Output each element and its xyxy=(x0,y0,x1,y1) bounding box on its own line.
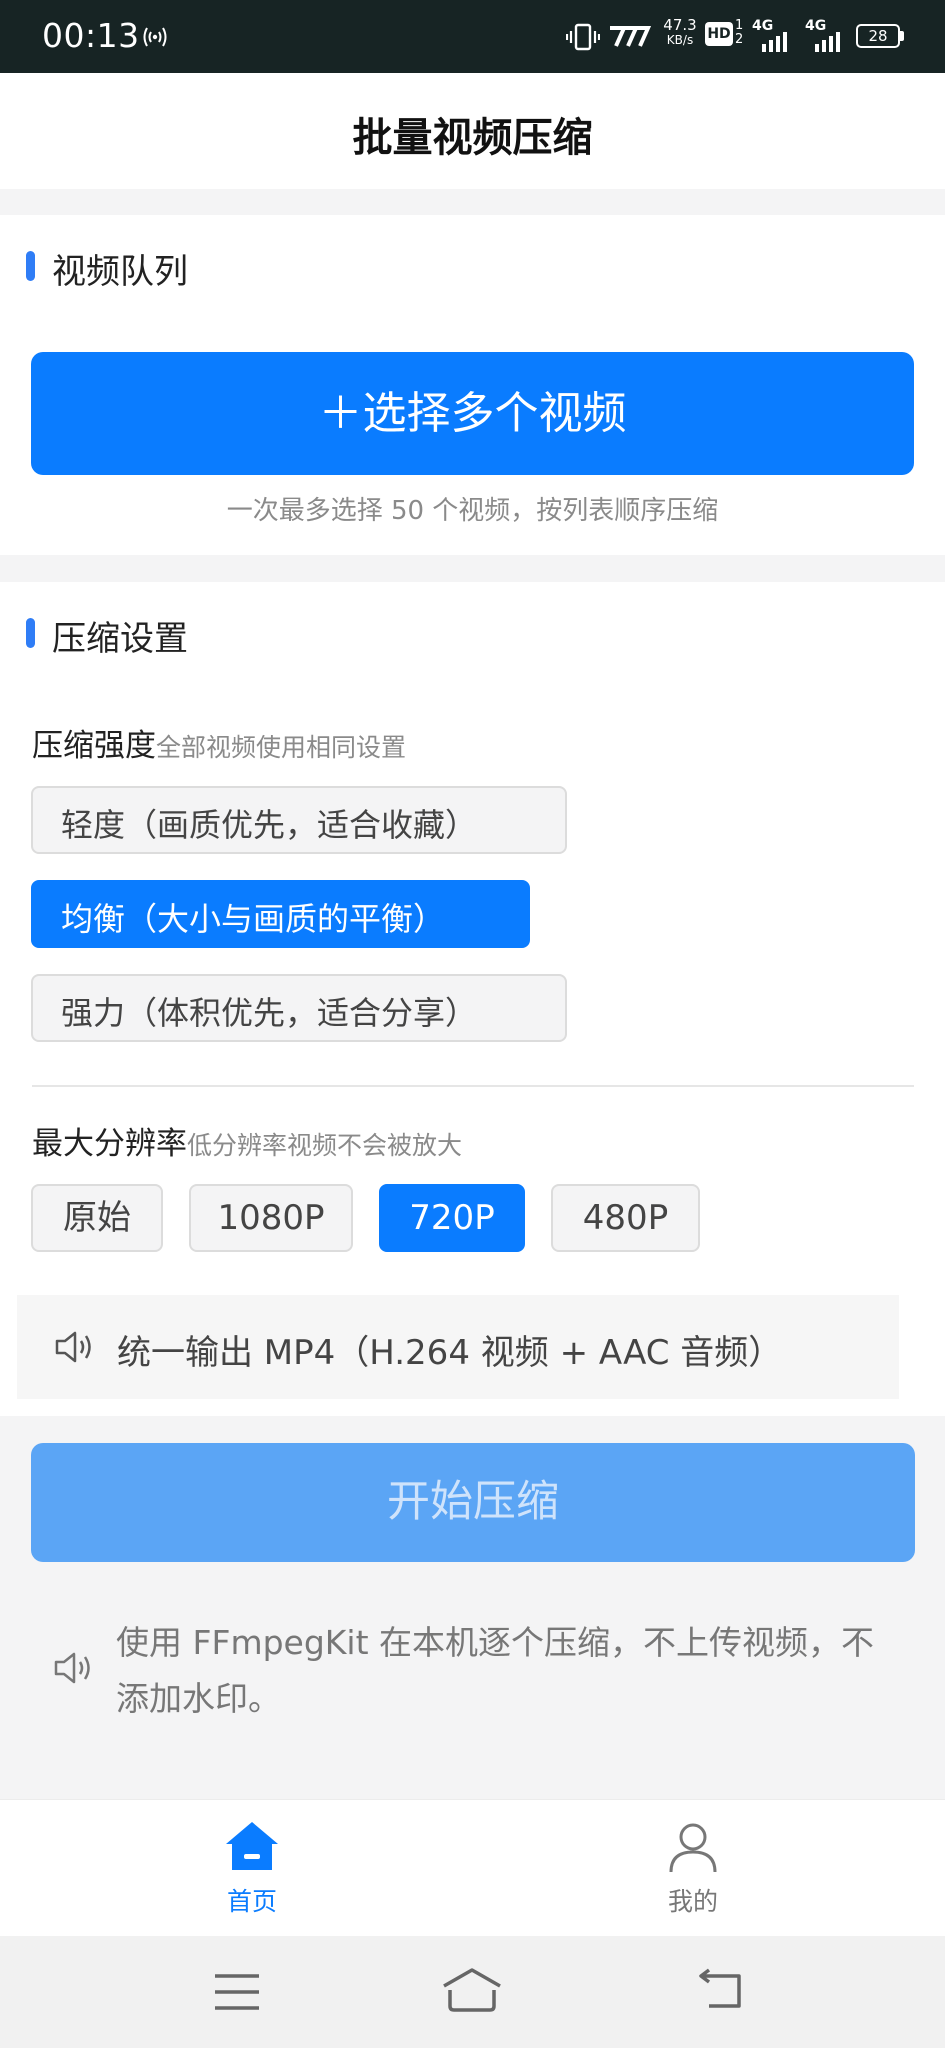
speaker-icon xyxy=(54,1652,90,1684)
start-compress-button[interactable]: 开始压缩 xyxy=(31,1443,915,1562)
strength-hint: 全部视频使用相同设置 xyxy=(156,733,407,762)
battery-icon: 28 xyxy=(856,24,900,48)
resolution-label-row: 最大分辨率低分辨率视频不会被放大 xyxy=(32,1118,462,1163)
hd-badge: HD xyxy=(705,22,733,46)
resolution-option-720p[interactable]: 720P xyxy=(379,1184,525,1252)
strength-label: 压缩强度 xyxy=(32,728,156,764)
start-compress-label: 开始压缩 xyxy=(387,1477,559,1527)
resolution-hint: 低分辨率视频不会被放大 xyxy=(187,1131,463,1160)
tab-home-label: 首页 xyxy=(226,1887,277,1916)
strength-option-label: 轻度（画质优先，适合收藏） xyxy=(61,806,478,844)
resolution-option-label: 480P xyxy=(582,1198,669,1238)
page-title: 批量视频压缩 xyxy=(352,115,593,161)
section-accent-bar xyxy=(26,618,35,648)
battery-tip xyxy=(900,31,904,41)
back-icon[interactable] xyxy=(695,1968,745,2012)
user-icon xyxy=(669,1823,717,1873)
settings-section-title: 压缩设置 xyxy=(52,619,188,659)
strength-option-label: 强力（体积优先，适合分享） xyxy=(61,994,478,1032)
settings-card: 压缩设置 压缩强度全部视频使用相同设置 轻度（画质优先，适合收藏） 均衡（大小与… xyxy=(0,582,945,1416)
header: 批量视频压缩 xyxy=(0,73,945,189)
hotspot-icon xyxy=(143,27,167,47)
tab-mine-label: 我的 xyxy=(667,1887,718,1916)
select-videos-button[interactable]: ＋选择多个视频 xyxy=(31,352,914,475)
resolution-option-1080p[interactable]: 1080P xyxy=(189,1184,353,1252)
menu-icon[interactable] xyxy=(213,1972,261,2012)
strength-option-light[interactable]: 轻度（画质优先，适合收藏） xyxy=(31,786,567,854)
signal-bars-icon xyxy=(762,32,787,52)
section-accent-bar xyxy=(26,251,35,281)
speaker-icon xyxy=(55,1331,91,1363)
home-icon xyxy=(226,1822,278,1870)
output-format-text: 统一输出 MP4（H.264 视频 + AAC 音频） xyxy=(117,1333,783,1373)
bottom-tab-bar: 首页 我的 xyxy=(0,1799,945,1937)
network-speed: 47.3 KB/s xyxy=(663,16,697,48)
signal-bars-icon xyxy=(815,32,840,52)
resolution-option-label: 原始 xyxy=(63,1198,131,1238)
strength-option-label: 均衡（大小与画质的平衡） xyxy=(61,900,446,938)
strength-option-balanced[interactable]: 均衡（大小与画质的平衡） xyxy=(31,880,530,948)
strength-option-strong[interactable]: 强力（体积优先，适合分享） xyxy=(31,974,567,1042)
strength-label-row: 压缩强度全部视频使用相同设置 xyxy=(32,720,406,765)
resolution-option-480p[interactable]: 480P xyxy=(551,1184,700,1252)
divider xyxy=(32,1085,914,1087)
queue-hint: 一次最多选择 50 个视频，按列表顺序压缩 xyxy=(226,496,719,526)
tab-mine[interactable]: 我的 xyxy=(593,1800,793,1937)
queue-card: 视频队列 ＋选择多个视频 一次最多选择 50 个视频，按列表顺序压缩 xyxy=(0,215,945,555)
resolution-option-label: 720P xyxy=(409,1198,495,1238)
resolution-label: 最大分辨率 xyxy=(32,1126,187,1162)
nav-home-icon[interactable] xyxy=(441,1966,503,2014)
output-format-notice: 统一输出 MP4（H.264 视频 + AAC 音频） xyxy=(17,1295,899,1399)
privacy-footnote: 使用 FFmpegKit 在本机逐个压缩，不上传视频，不添加水印。 xyxy=(116,1623,875,1718)
signal-2: 4G xyxy=(805,18,849,54)
status-time: 00:13 xyxy=(42,16,140,55)
status-bar: 00:13 47.3 KB/s HD 1 2 4G 4G 28 xyxy=(0,0,945,73)
resolution-option-label: 1080P xyxy=(217,1198,325,1238)
volte-icon xyxy=(610,26,652,47)
system-nav-bar xyxy=(0,1936,945,2048)
signal-1: 4G xyxy=(752,18,796,54)
vibrate-icon xyxy=(566,23,600,51)
resolution-option-original[interactable]: 原始 xyxy=(31,1184,163,1252)
sim-indices: 1 2 xyxy=(735,18,744,47)
select-videos-label: ＋选择多个视频 xyxy=(318,388,627,439)
queue-section-title: 视频队列 xyxy=(52,252,188,292)
tab-home[interactable]: 首页 xyxy=(152,1800,352,1937)
